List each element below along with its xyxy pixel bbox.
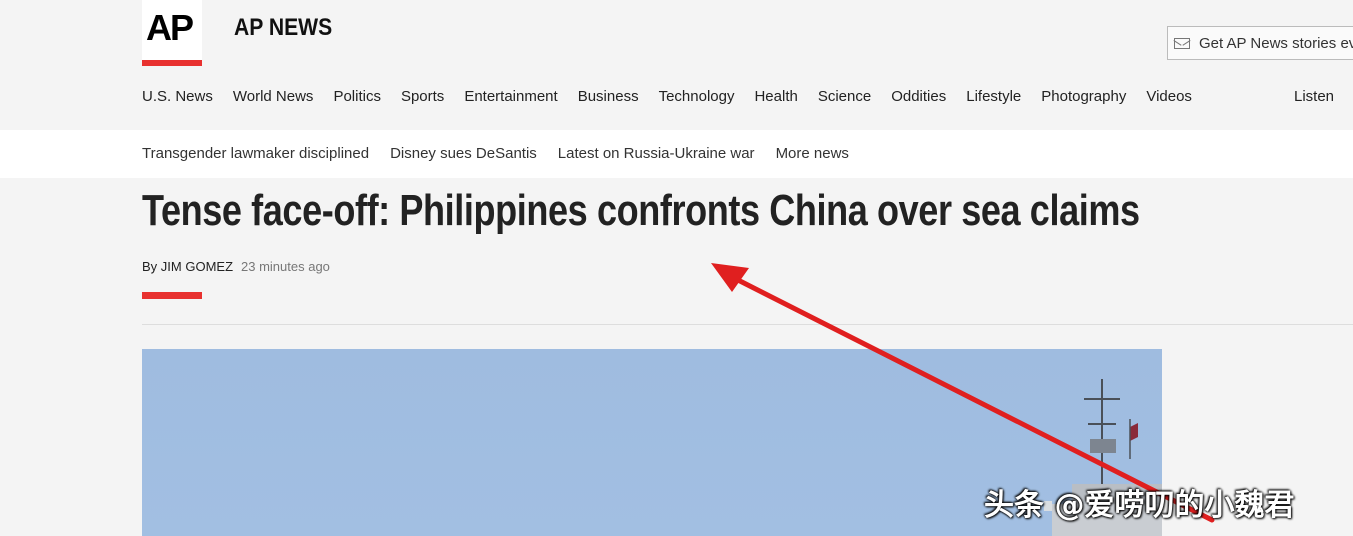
trending-list: Transgender lawmaker disciplined Disney …	[142, 145, 870, 162]
byline: By JIM GOMEZ 23 minutes ago	[142, 259, 330, 274]
article-headline: Tense face-off: Philippines confronts Ch…	[142, 186, 1140, 235]
trending-bar: Transgender lawmaker disciplined Disney …	[0, 130, 1353, 178]
more-news-link[interactable]: More news	[776, 145, 849, 162]
newsletter-label: Get AP News stories eve	[1199, 34, 1353, 52]
page: AP AP NEWS Get AP News stories eve U.S. …	[0, 0, 1353, 536]
timestamp: 23 minutes ago	[241, 259, 330, 274]
trending-item[interactable]: Latest on Russia-Ukraine war	[558, 145, 755, 162]
author-name[interactable]: JIM GOMEZ	[161, 259, 233, 274]
nav-item-lifestyle[interactable]: Lifestyle	[966, 88, 1021, 110]
mail-icon	[1174, 37, 1190, 49]
site-name[interactable]: AP NEWS	[234, 14, 332, 42]
nav-item-sports[interactable]: Sports	[401, 88, 444, 110]
newsletter-signup-button[interactable]: Get AP News stories eve	[1167, 26, 1353, 60]
nav-item-photography[interactable]: Photography	[1041, 88, 1126, 110]
main-nav: U.S. News World News Politics Sports Ent…	[142, 88, 1212, 110]
nav-item-oddities[interactable]: Oddities	[891, 88, 946, 110]
nav-item-business[interactable]: Business	[578, 88, 639, 110]
nav-item-politics[interactable]: Politics	[333, 88, 381, 110]
nav-item-world-news[interactable]: World News	[233, 88, 314, 110]
logo-text: AP	[146, 7, 194, 48]
trending-item[interactable]: Transgender lawmaker disciplined	[142, 145, 369, 162]
nav-item-videos[interactable]: Videos	[1146, 88, 1192, 110]
nav-item-science[interactable]: Science	[818, 88, 871, 110]
logo-underline	[142, 60, 202, 66]
trending-item[interactable]: Disney sues DeSantis	[390, 145, 537, 162]
accent-bar	[142, 292, 202, 299]
byline-prefix: By	[142, 259, 161, 274]
watermark: 头条 @爱唠叨的小魏君	[984, 488, 1295, 523]
nav-item-entertainment[interactable]: Entertainment	[464, 88, 557, 110]
divider	[142, 324, 1353, 325]
nav-item-health[interactable]: Health	[754, 88, 797, 110]
listen-button[interactable]: Listen	[1294, 88, 1334, 105]
nav-item-us-news[interactable]: U.S. News	[142, 88, 213, 110]
nav-item-technology[interactable]: Technology	[659, 88, 735, 110]
ap-logo[interactable]: AP	[142, 0, 202, 60]
